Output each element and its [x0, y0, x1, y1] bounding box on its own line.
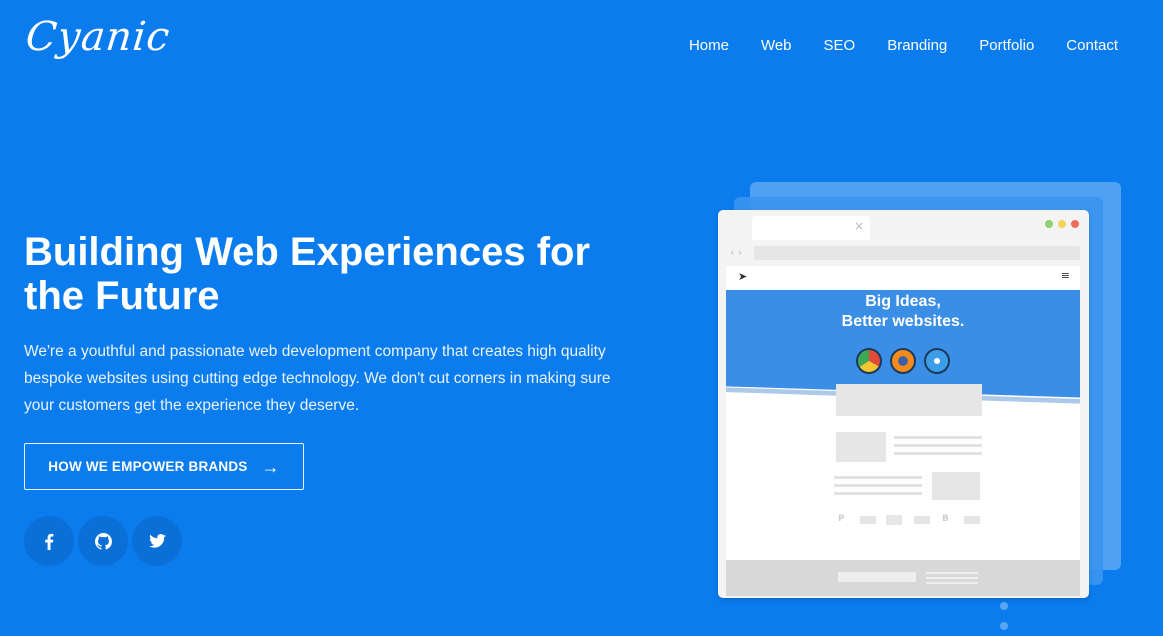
mock-line — [894, 436, 982, 439]
empower-brands-button[interactable]: HOW WE EMPOWER BRANDS → — [24, 443, 304, 490]
paypal-icon: P — [838, 514, 845, 524]
footer-bar — [838, 572, 916, 582]
window-controls — [1045, 220, 1079, 228]
card-icon — [860, 516, 876, 524]
yellow-dot-icon — [1058, 220, 1066, 228]
mock-line — [834, 484, 922, 487]
twitter-icon — [148, 534, 166, 548]
firefox-icon — [890, 348, 916, 374]
card-icon — [914, 516, 930, 524]
mock-footer — [726, 560, 1080, 596]
card-icon — [886, 515, 902, 525]
mock-block — [836, 432, 886, 462]
mock-page: ➤ ≡ Big Ideas, Better websites. P B — [726, 266, 1080, 596]
browser-illustration: × ‹ › ➤ ≡ Big Ideas, Better websites. P … — [700, 170, 1140, 636]
tab-close-icon: × — [853, 219, 864, 233]
nav-home[interactable]: Home — [689, 37, 729, 54]
nav-chevrons-icon: ‹ › — [730, 246, 743, 259]
facebook-button[interactable] — [24, 516, 74, 566]
nav-portfolio[interactable]: Portfolio — [979, 37, 1034, 54]
nav-branding[interactable]: Branding — [887, 37, 947, 54]
logo[interactable]: Cyanic — [24, 14, 173, 60]
mock-line — [834, 492, 922, 495]
mock-block — [836, 384, 982, 416]
social-links — [24, 516, 182, 566]
footer-line — [926, 582, 978, 584]
bitcoin-icon: B — [942, 514, 949, 524]
nav-web[interactable]: Web — [761, 37, 792, 54]
browser-icons — [856, 348, 950, 374]
scroll-dot — [1000, 622, 1008, 630]
twitter-button[interactable] — [132, 516, 182, 566]
cta-label: HOW WE EMPOWER BRANDS — [48, 459, 248, 474]
arrow-right-icon: → — [261, 456, 280, 477]
url-bar — [754, 246, 1080, 260]
github-button[interactable] — [78, 516, 128, 566]
browser-window: × ‹ › ➤ ≡ Big Ideas, Better websites. P … — [718, 210, 1089, 598]
mock-header: ➤ ≡ — [726, 266, 1080, 290]
mock-line — [834, 476, 922, 479]
facebook-icon — [45, 533, 54, 550]
rocket-icon: ➤ — [738, 270, 748, 283]
menu-icon: ≡ — [1060, 269, 1070, 282]
mock-line — [894, 444, 982, 447]
mock-block — [932, 472, 980, 500]
scroll-dot — [1000, 602, 1008, 610]
nav-seo[interactable]: SEO — [824, 37, 856, 54]
main-nav: Home Web SEO Branding Portfolio Contact — [657, 37, 1118, 54]
nav-contact[interactable]: Contact — [1066, 37, 1118, 54]
browser-tab: × — [752, 216, 870, 240]
chrome-icon — [856, 348, 882, 374]
mock-line — [894, 452, 982, 455]
safari-icon — [924, 348, 950, 374]
hero-description: We're a youthful and passionate web deve… — [24, 343, 611, 414]
red-dot-icon — [1071, 220, 1079, 228]
footer-line — [926, 572, 978, 574]
github-icon — [94, 532, 112, 550]
card-icon — [964, 516, 980, 524]
footer-line — [926, 577, 978, 579]
banner-line1: Big Ideas, — [865, 293, 941, 310]
banner-line2: Better websites. — [841, 313, 965, 330]
hero-title: Building Web Experiences for the Future — [24, 230, 591, 318]
green-dot-icon — [1045, 220, 1053, 228]
